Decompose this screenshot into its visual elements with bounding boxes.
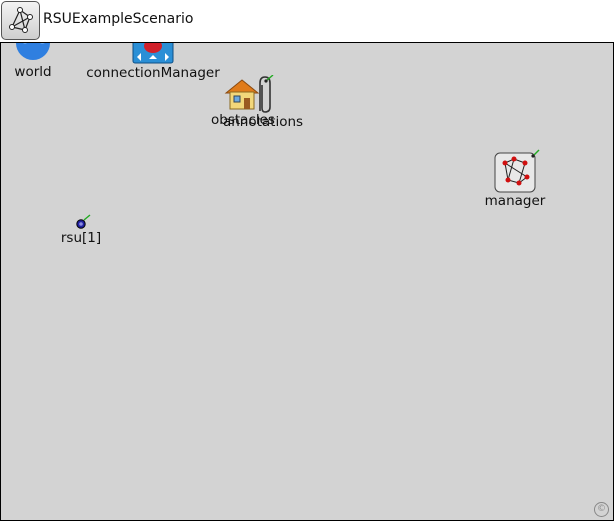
connection-manager-icon [132,43,174,64]
module-label: world [14,64,52,80]
network-header: RSUExampleScenario [0,0,614,42]
network-canvas[interactable]: world connectionManager obstacles annota… [0,42,614,521]
module-label: manager [484,193,546,209]
module-label: rsu[1] [60,230,102,246]
network-graph-icon[interactable] [1,1,40,40]
module-label: annotations [222,114,304,130]
globe-icon [16,43,50,60]
node-dot-icon [76,214,91,229]
network-title: RSUExampleScenario [43,11,194,27]
module-label: connectionManager [86,65,220,81]
copyright-icon: © [594,502,609,517]
paperclip-icon [259,75,274,113]
network-manager-icon [494,149,540,193]
